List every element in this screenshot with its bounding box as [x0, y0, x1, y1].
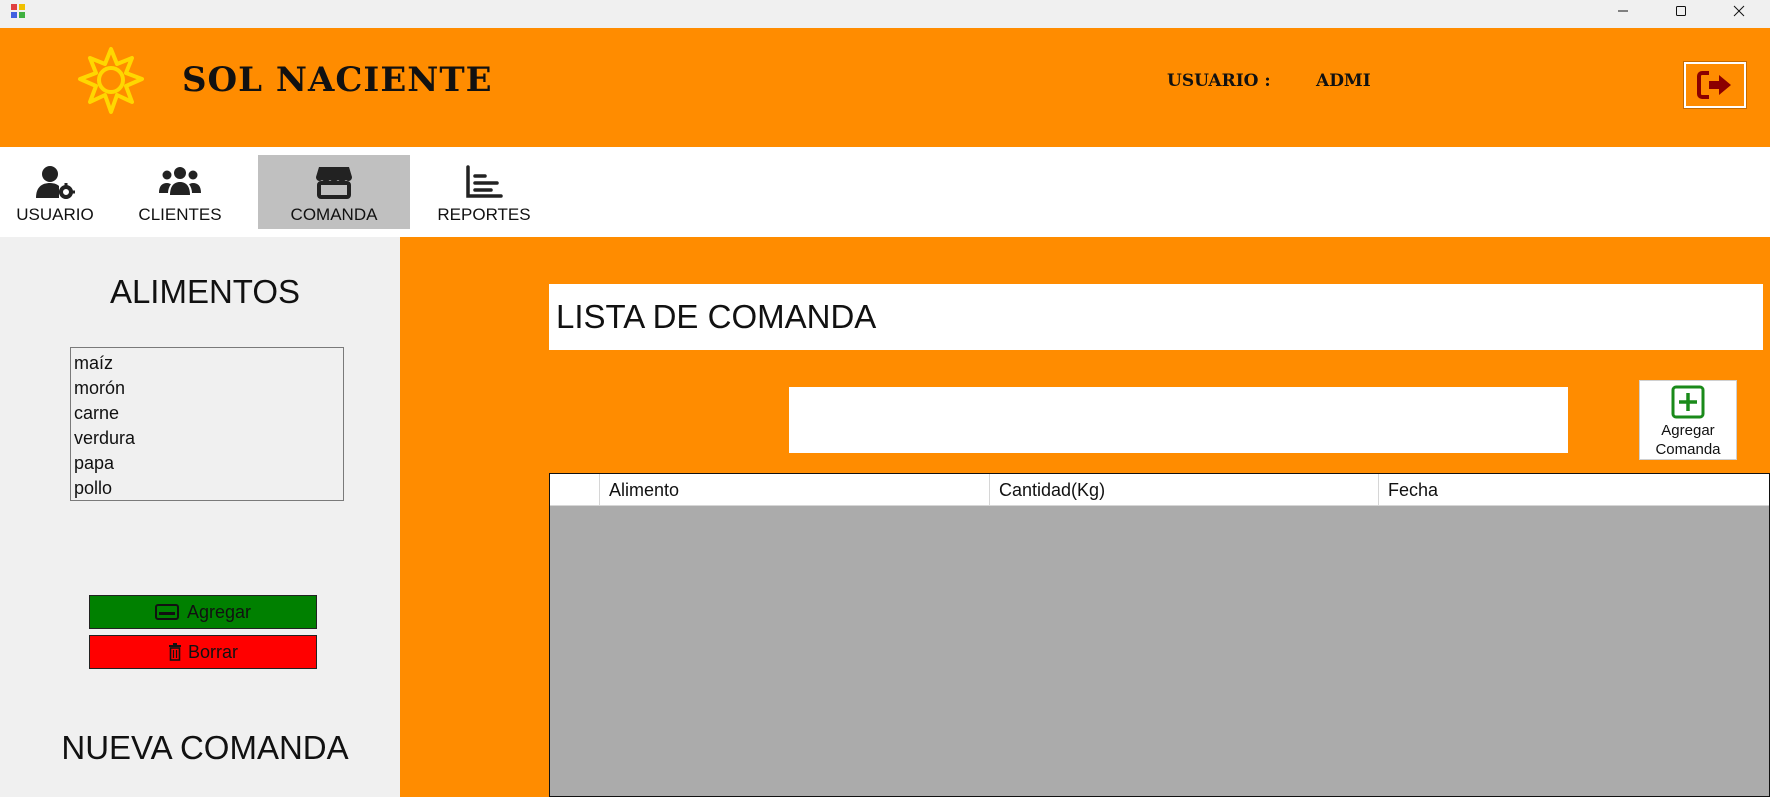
user-gear-icon	[36, 166, 75, 199]
nav-item-clientes[interactable]: CLIENTES	[130, 155, 230, 229]
comanda-input[interactable]	[789, 387, 1568, 453]
maximize-button[interactable]	[1652, 0, 1710, 22]
store-icon	[316, 167, 352, 199]
module-nav: USUARIO CLIENTES COMANDA REPORTES	[0, 147, 1770, 237]
nav-label: COMANDA	[290, 205, 378, 224]
list-item[interactable]: pollo	[74, 476, 340, 501]
list-item[interactable]: verdura	[74, 426, 340, 451]
sun-logo-icon	[78, 47, 144, 114]
list-item[interactable]: carne	[74, 401, 340, 426]
logout-button[interactable]	[1683, 61, 1747, 109]
agregar-comanda-line2: Comanda	[1655, 441, 1721, 458]
borrar-label: Borrar	[187, 641, 238, 662]
agregar-comanda-button[interactable]: Agregar Comanda	[1639, 380, 1737, 460]
app-header: SOL NACIENTE USUARIO : ADMI	[0, 28, 1770, 147]
list-item[interactable]: papa	[74, 451, 340, 476]
alimentos-title: ALIMENTOS	[109, 273, 301, 310]
window-titlebar	[0, 0, 1770, 28]
grid-header-cantidad[interactable]: Cantidad(Kg)	[990, 474, 1379, 506]
comanda-grid[interactable]: Alimento Cantidad(Kg) Fecha	[549, 473, 1770, 797]
add-square-icon	[1671, 385, 1705, 419]
nav-item-comanda[interactable]: COMANDA	[258, 155, 410, 229]
close-button[interactable]	[1710, 0, 1768, 22]
agregar-comanda-line1: Agregar	[1661, 422, 1715, 439]
minimize-icon	[1618, 10, 1628, 12]
user-label: USUARIO :	[1167, 71, 1271, 91]
agregar-button[interactable]: Agregar	[89, 595, 317, 629]
user-name: ADMI	[1316, 71, 1371, 91]
grid-header-cell-select	[550, 474, 600, 506]
nav-item-usuario[interactable]: USUARIO	[10, 155, 100, 229]
keyboard-icon	[154, 604, 179, 620]
grid-header-alimento[interactable]: Alimento	[600, 474, 990, 506]
grid-header: Alimento Cantidad(Kg) Fecha	[550, 474, 1769, 506]
alimentos-listbox[interactable]: maíz morón carne verdura papa pollo	[70, 347, 344, 501]
nav-label: CLIENTES	[138, 205, 222, 224]
logout-icon	[1697, 71, 1731, 99]
list-item[interactable]: morón	[74, 376, 340, 401]
nav-label: REPORTES	[437, 205, 531, 224]
close-icon	[1733, 5, 1745, 17]
comanda-main-panel: LISTA DE COMANDA Agregar Comanda Aliment…	[400, 237, 1770, 797]
list-item[interactable]: maíz	[74, 351, 340, 376]
users-icon	[159, 167, 201, 195]
agregar-comanda-label: Agregar Comanda	[1655, 421, 1720, 459]
maximize-icon	[1676, 6, 1686, 16]
app-icon	[11, 4, 25, 18]
grid-header-fecha[interactable]: Fecha	[1379, 474, 1769, 506]
chart-icon	[466, 165, 503, 198]
borrar-button[interactable]: Borrar	[89, 635, 317, 669]
nav-item-reportes[interactable]: REPORTES	[436, 155, 532, 229]
trash-icon	[168, 643, 181, 661]
minimize-button[interactable]	[1594, 0, 1652, 22]
agregar-label: Agregar	[186, 601, 252, 622]
nueva-comanda-title: NUEVA COMANDA	[61, 729, 349, 766]
nav-label: USUARIO	[16, 205, 94, 224]
lista-comanda-title: LISTA DE COMANDA	[549, 284, 1763, 350]
alimentos-panel: ALIMENTOS maíz morón carne verdura papa …	[0, 237, 400, 797]
brand-title: SOL NACIENTE	[182, 60, 493, 100]
